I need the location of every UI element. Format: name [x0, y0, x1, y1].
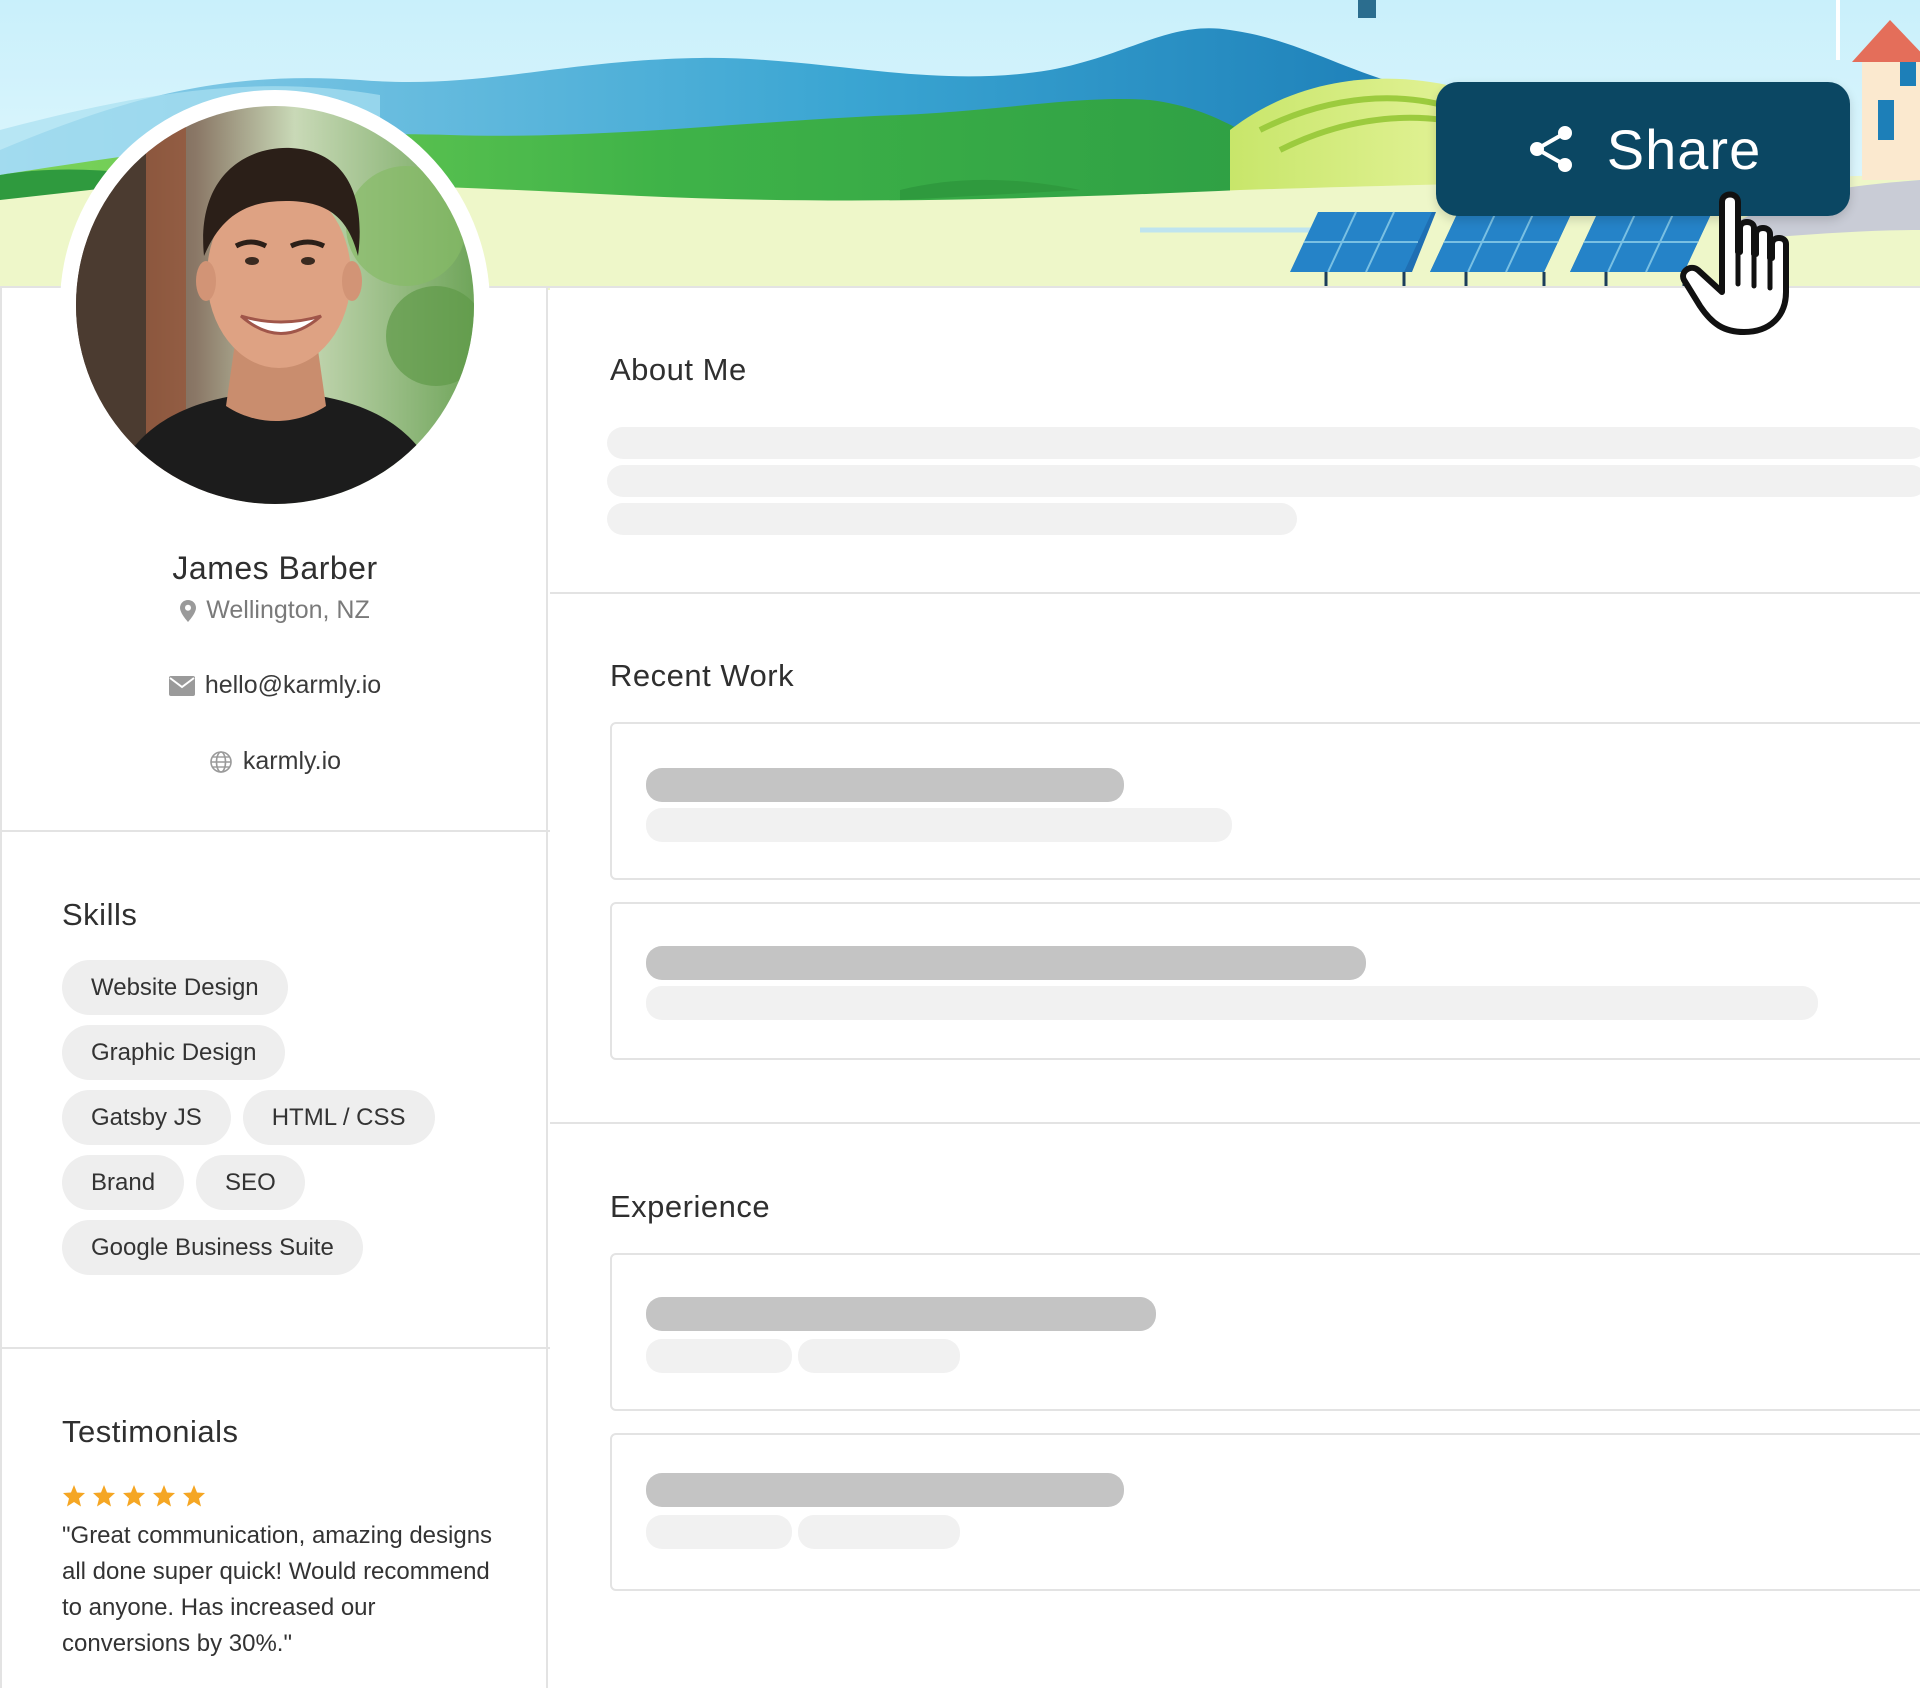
profile-email[interactable]: hello@karmly.io [0, 671, 550, 700]
location-pin-icon [180, 599, 197, 622]
testimonials-heading: Testimonials [62, 1414, 239, 1449]
card-meta-skeleton [646, 1515, 792, 1549]
profile-name: James Barber [172, 550, 378, 586]
about-skeleton-line [607, 427, 1920, 459]
recent-work-heading: Recent Work [610, 658, 795, 693]
skill-chip: Gatsby JS [62, 1090, 231, 1145]
main-divider [550, 1122, 1920, 1124]
globe-icon [210, 750, 232, 773]
star-icon [153, 1485, 175, 1507]
sidebar-divider [0, 1347, 550, 1349]
profile-location: Wellington, NZ [0, 596, 550, 625]
skill-chip: Graphic Design [62, 1025, 286, 1080]
star-icon [93, 1485, 115, 1507]
website-link[interactable]: karmly.io [243, 747, 341, 776]
email-link[interactable]: hello@karmly.io [205, 671, 381, 700]
skill-chip: SEO [196, 1155, 305, 1210]
sidebar-divider [0, 830, 550, 832]
testimonial-rating [62, 1484, 206, 1508]
skill-chip: Google Business Suite [62, 1220, 363, 1275]
testimonial-quote: "Great communication, amazing designs al… [62, 1522, 493, 1657]
card-meta-skeleton [798, 1339, 960, 1373]
profile-website[interactable]: karmly.io [0, 747, 550, 776]
card-title-skeleton [646, 768, 1124, 802]
about-skeleton-line [607, 465, 1920, 497]
main-divider [550, 592, 1920, 594]
experience-card[interactable] [610, 1253, 1920, 1411]
skills-heading: Skills [62, 897, 138, 932]
location-text: Wellington, NZ [206, 596, 370, 624]
about-skeleton-line [607, 503, 1297, 535]
star-icon [183, 1485, 205, 1507]
recent-work-card[interactable] [610, 902, 1920, 1060]
card-meta-skeleton [646, 1339, 792, 1373]
skills-list: Website Design Graphic Design Gatsby JS … [62, 960, 502, 1285]
skill-chip: Brand [62, 1155, 185, 1210]
card-meta-skeleton [798, 1515, 960, 1549]
star-icon [123, 1485, 145, 1507]
card-subtitle-skeleton [646, 808, 1232, 842]
about-heading: About Me [610, 352, 747, 387]
skill-chip: Website Design [62, 960, 288, 1015]
card-title-skeleton [646, 1297, 1156, 1331]
mail-icon [168, 675, 195, 696]
card-title-skeleton [646, 1473, 1124, 1507]
hand-cursor-icon [1680, 191, 1789, 335]
experience-heading: Experience [610, 1189, 771, 1224]
share-label: Share [1606, 117, 1762, 181]
card-title-skeleton [646, 946, 1366, 980]
avatar-photo [76, 106, 474, 504]
recent-work-card[interactable] [610, 722, 1920, 880]
avatar [60, 90, 490, 520]
card-subtitle-skeleton [646, 986, 1818, 1020]
skill-chip: HTML / CSS [242, 1090, 435, 1145]
star-icon [63, 1485, 85, 1507]
experience-card[interactable] [610, 1433, 1920, 1591]
share-icon [1529, 126, 1572, 172]
